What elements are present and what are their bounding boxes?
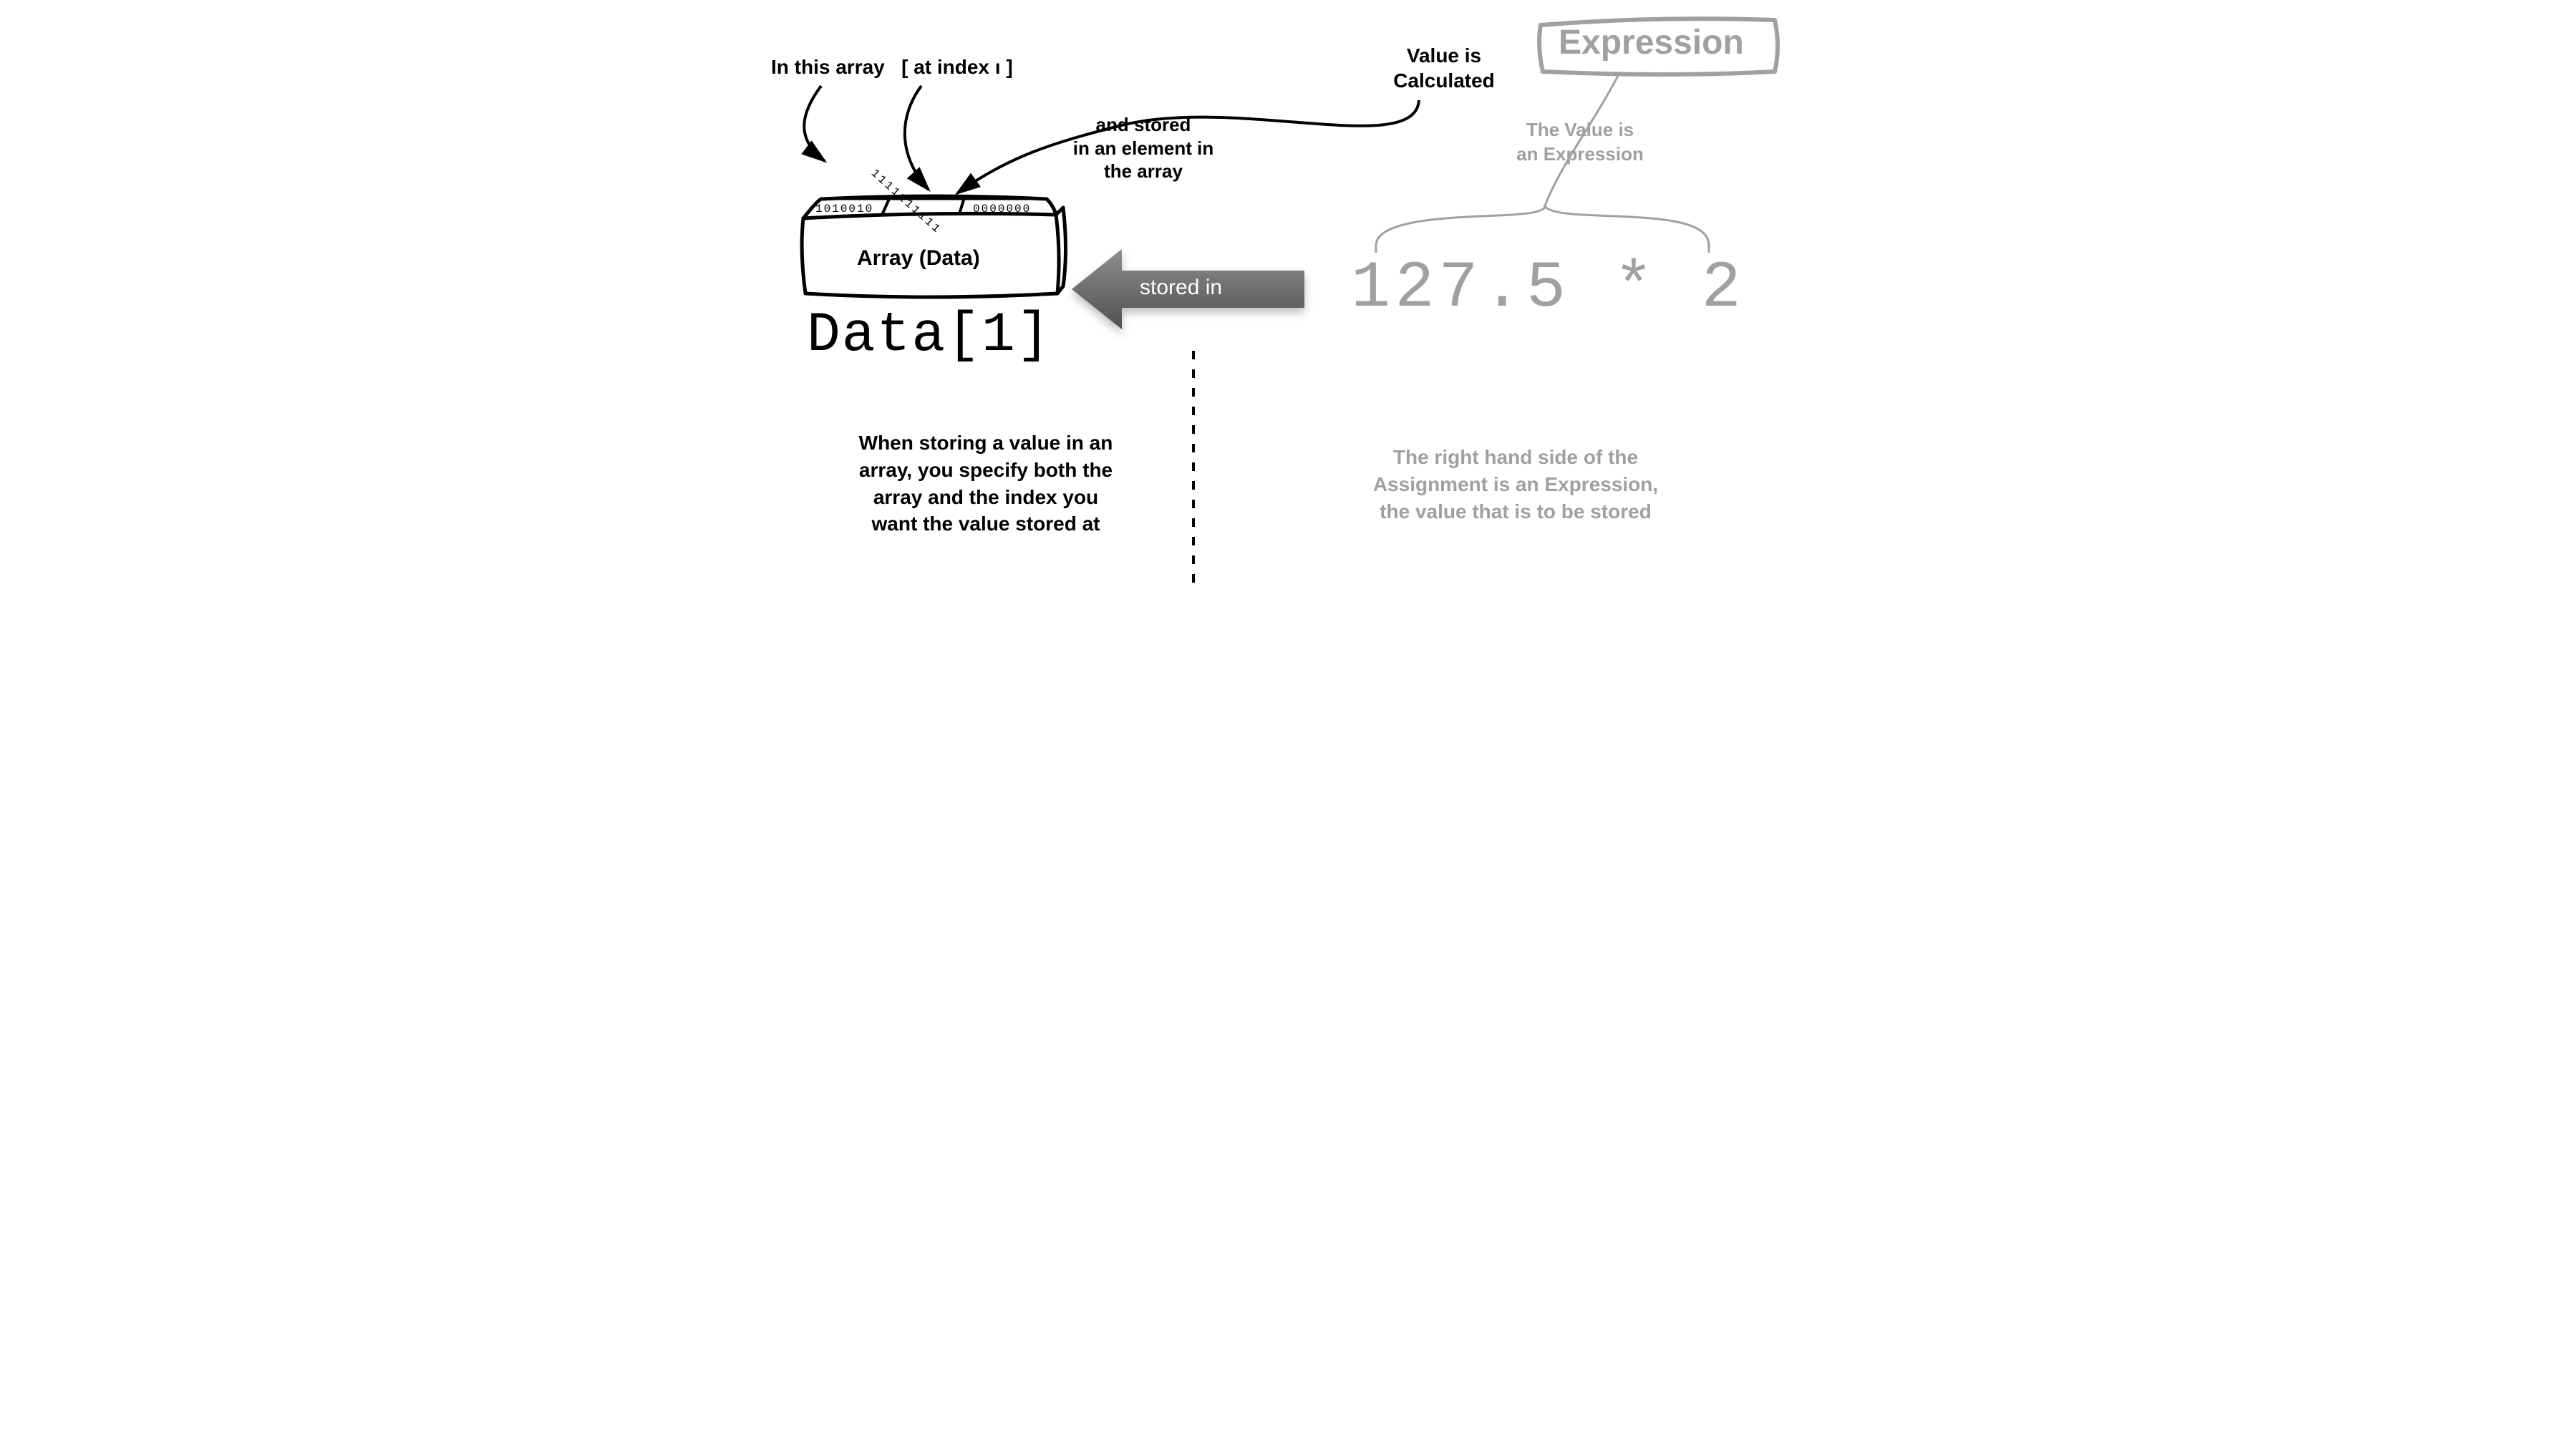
in-this-array-label: In this array [ at index ı ] bbox=[771, 56, 1013, 79]
array-access-code: Data[1] bbox=[807, 304, 1052, 367]
expression-box-label: Expression bbox=[1559, 23, 1744, 62]
bits-mid: 1111111111 bbox=[868, 167, 944, 237]
value-calculated-note: Value is Calculated bbox=[1372, 43, 1516, 93]
bits-left: 1010010 bbox=[815, 203, 873, 215]
array-label: Array (Data) bbox=[857, 246, 980, 271]
expression-code: 127.5 * 2 bbox=[1351, 251, 1745, 326]
value-is-expression-note: The Value is an Expression bbox=[1480, 118, 1680, 167]
left-explanation: When storing a value in an array, you sp… bbox=[814, 429, 1158, 538]
bits-right: 0000000 bbox=[973, 203, 1031, 215]
stored-in-label: stored in bbox=[1140, 276, 1222, 300]
diagram-canvas: In this array [ at index ı ] and stored … bbox=[750, 0, 1823, 608]
right-explanation: The right hand side of the Assignment is… bbox=[1344, 444, 1687, 525]
stored-note: and stored in an element in the array bbox=[1036, 113, 1251, 183]
